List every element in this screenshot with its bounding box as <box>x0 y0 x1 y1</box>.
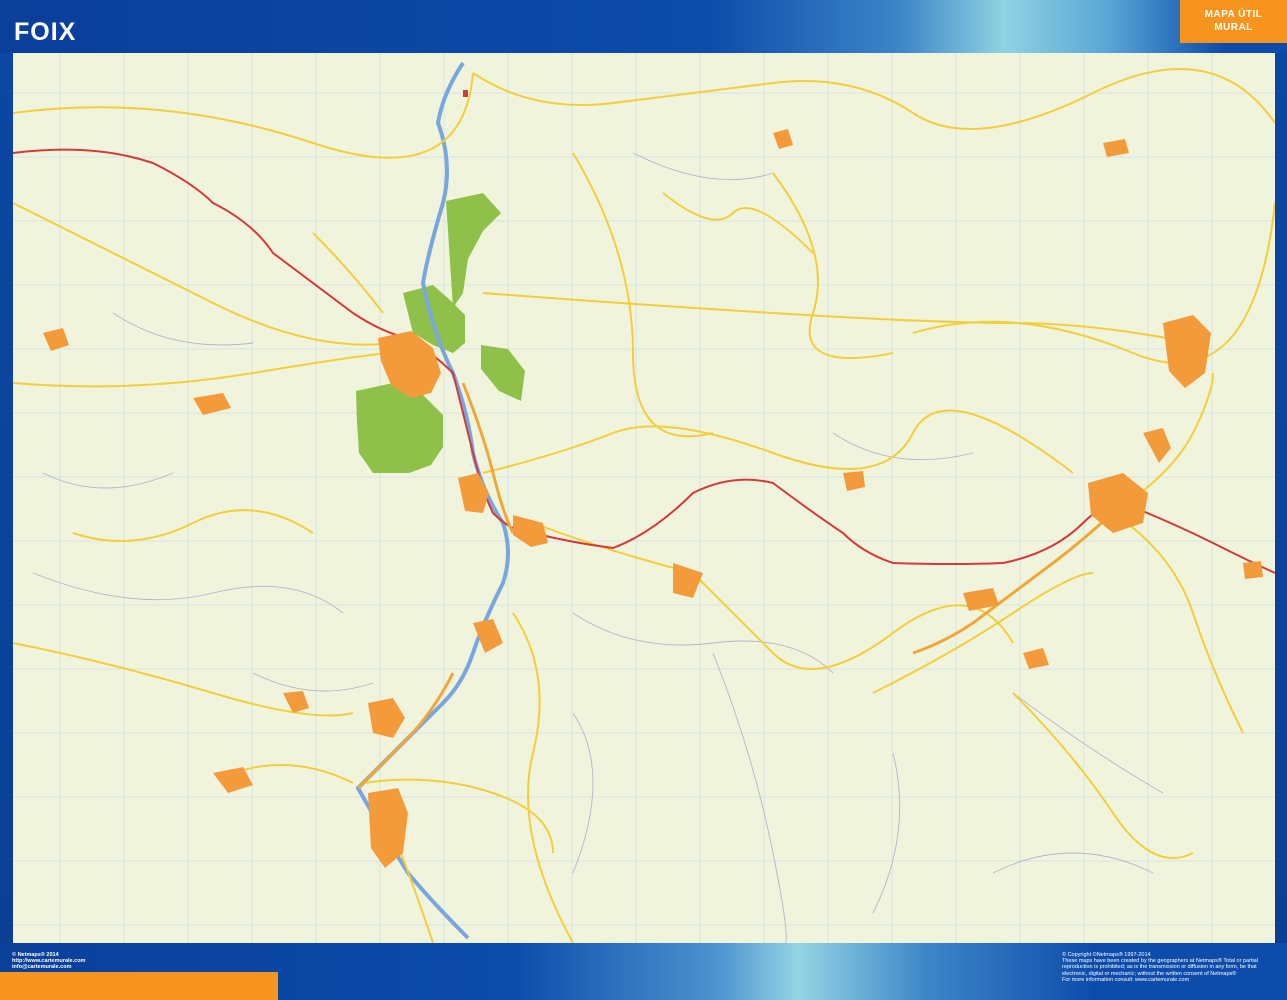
street-map[interactable] <box>13 53 1275 943</box>
email-link[interactable]: info@cartemurale.com <box>12 964 85 970</box>
badge-line-2: MURAL <box>1214 22 1253 33</box>
map-background <box>13 53 1275 943</box>
copyright-line: reproduction is prohibited; as is the tr… <box>1062 964 1257 971</box>
footer-copyright: © Copyright ©Netmaps® 1997-2014 These ma… <box>1062 952 1282 983</box>
badge-line-1: MAPA ÚTIL <box>1204 9 1263 20</box>
footer-credits-left: © Netmaps® 2014 http://www.cartemurale.c… <box>12 952 85 970</box>
city-markers <box>463 90 468 97</box>
copyright-line: For more information consult: www.cartem… <box>1062 976 1190 983</box>
header-bar <box>0 0 1287 53</box>
map-title: FOIX <box>14 18 77 46</box>
left-frame <box>0 53 13 943</box>
right-frame <box>1275 53 1287 943</box>
mapa-util-badge[interactable]: MAPA ÚTIL MURAL <box>1180 0 1287 43</box>
footer-orange-block <box>0 972 278 1000</box>
